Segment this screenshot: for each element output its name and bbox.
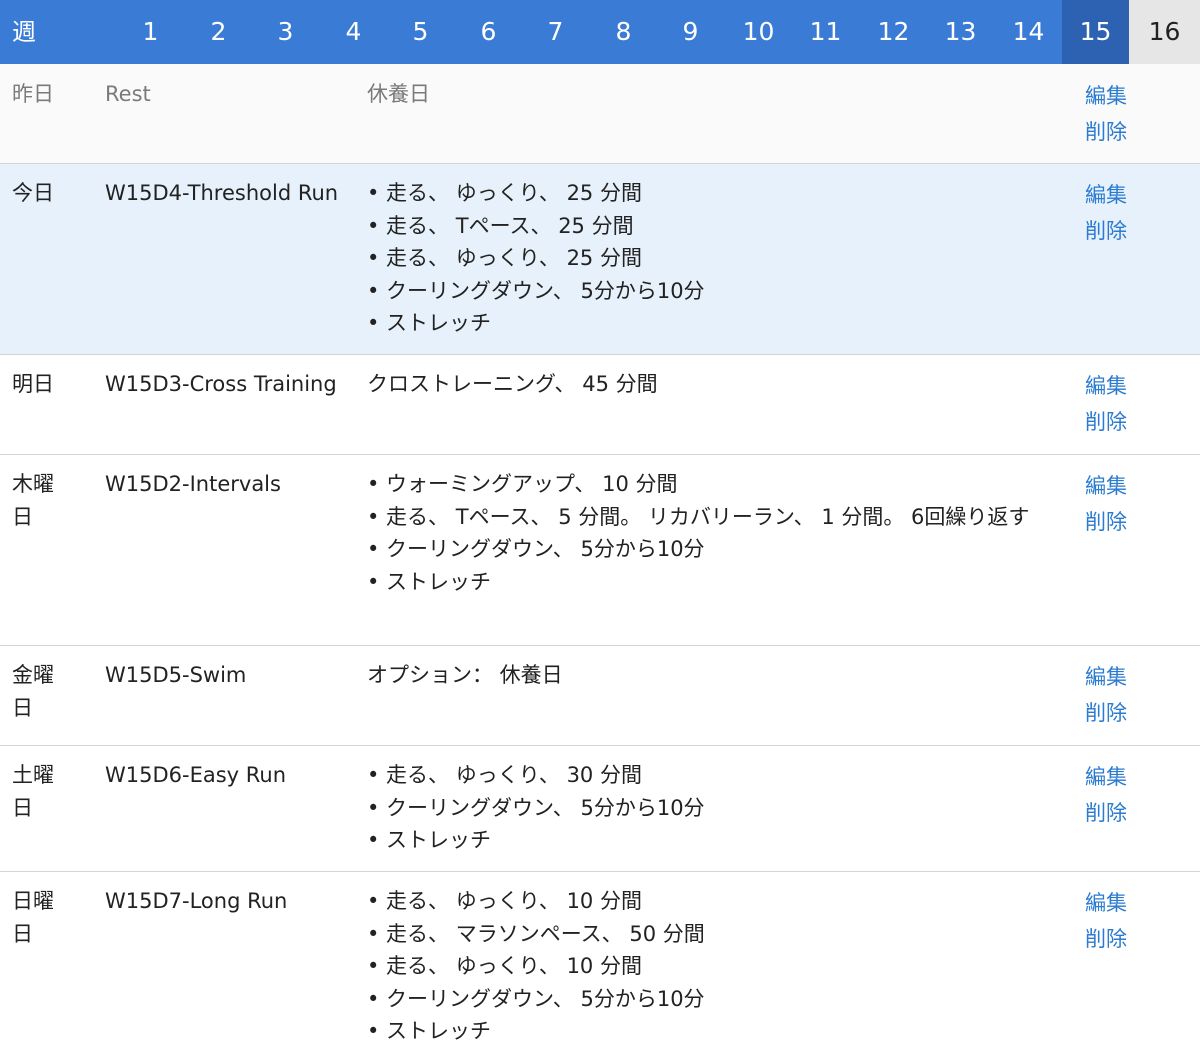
workout-row-yesterday: 昨日 Rest 休養日 編集 削除 [0,64,1200,164]
row-actions: 編集 削除 [1085,468,1165,540]
delete-link[interactable]: 削除 [1085,695,1165,731]
workout-description: オプション： 休養日 [367,659,1057,692]
week-tab-6[interactable]: 6 [455,0,522,64]
workout-line: • ストレッチ [367,1019,492,1043]
workout-line: • 走る、 ゆっくり、 25 分間 [367,181,642,205]
delete-link[interactable]: 削除 [1085,114,1165,150]
workout-name: W15D5-Swim [105,663,247,687]
workout-row-tomorrow: 明日 W15D3-Cross Training クロストレーニング、 45 分間… [0,355,1200,455]
delete-link[interactable]: 削除 [1085,795,1165,831]
week-tab-9[interactable]: 9 [657,0,724,64]
edit-link[interactable]: 編集 [1085,368,1165,404]
row-actions: 編集 削除 [1085,368,1165,440]
workout-line: • 走る、 Tペース、 25 分間 [367,213,634,238]
workout-line: • クーリングダウン、 5分から10分 [367,986,705,1011]
edit-link[interactable]: 編集 [1085,659,1165,695]
workout-name: Rest [105,82,151,106]
workout-line: • 走る、 ゆっくり、 30 分間 [367,763,642,787]
workout-description: 休養日 [367,78,1057,111]
row-day-label: 昨日 [12,82,54,106]
week-label: 週 [12,18,36,46]
workout-name: W15D4-Threshold Run [105,181,339,205]
week-tab-13[interactable]: 13 [927,0,994,64]
workout-name: W15D2-Intervals [105,472,281,496]
row-day-label: 今日 [12,181,54,205]
workout-line: • 走る、 ゆっくり、 10 分間 [367,889,642,913]
row-actions: 編集 削除 [1085,78,1165,150]
row-day-label: 金曜日 [12,663,54,720]
delete-link[interactable]: 削除 [1085,504,1165,540]
workout-description: • 走る、 ゆっくり、 25 分間 • 走る、 Tペース、 25 分間 • 走る… [367,177,1057,340]
week-tab-14[interactable]: 14 [995,0,1062,64]
workout-description: • 走る、 ゆっくり、 10 分間 • 走る、 マラソンペース、 50 分間 •… [367,885,1057,1048]
week-tab-12[interactable]: 12 [860,0,927,64]
row-day-label: 土曜日 [12,763,54,820]
edit-link[interactable]: 編集 [1085,885,1165,921]
workout-line: • ウォーミングアップ、 10 分間 [367,472,678,496]
edit-link[interactable]: 編集 [1085,177,1165,213]
delete-link[interactable]: 削除 [1085,213,1165,249]
workout-line: • クーリングダウン、 5分から10分 [367,537,705,561]
workout-line: • 走る、 ゆっくり、 25 分間 [367,246,642,270]
workout-line: • クーリングダウン、 5分から10分 [367,795,705,820]
workout-name: W15D6-Easy Run [105,763,287,787]
workout-description: • 走る、 ゆっくり、 30 分間 • クーリングダウン、 5分から10分 • … [367,759,1057,857]
week-tab-8[interactable]: 8 [590,0,657,64]
delete-link[interactable]: 削除 [1085,921,1165,957]
row-day-label: 明日 [12,372,54,396]
week-tab-16[interactable]: 16 [1129,0,1200,64]
week-tab-4[interactable]: 4 [320,0,387,64]
row-actions: 編集 削除 [1085,177,1165,249]
week-tab-2[interactable]: 2 [185,0,252,64]
workout-line: オプション： 休養日 [367,663,563,687]
row-day-label: 日曜日 [12,889,54,946]
workout-line: • クーリングダウン、 5分から10分 [367,278,705,303]
week-tab-11[interactable]: 11 [792,0,859,64]
workout-line: • 走る、 Tペース、 5 分間。 リカバリーラン、 1 分間。 6回繰り返す [367,504,1030,529]
workout-row-today: 今日 W15D4-Threshold Run • 走る、 ゆっくり、 25 分間… [0,164,1200,355]
workout-line: 休養日 [367,82,430,106]
workout-description: クロストレーニング、 45 分間 [367,368,1057,401]
workout-line: • 走る、 マラソンペース、 50 分間 [367,921,705,946]
edit-link[interactable]: 編集 [1085,78,1165,114]
week-selector-bar: 週 1 2 3 4 5 6 7 8 9 10 11 12 13 14 15 16 [0,0,1200,64]
week-tab-7[interactable]: 7 [522,0,589,64]
week-tab-1[interactable]: 1 [117,0,184,64]
workout-row-friday: 金曜日 W15D5-Swim オプション： 休養日 編集 削除 [0,646,1200,746]
workout-line: クロストレーニング、 45 分間 [367,372,658,396]
week-tab-3[interactable]: 3 [252,0,319,64]
week-tab-15-current[interactable]: 15 [1062,0,1129,64]
delete-link[interactable]: 削除 [1085,404,1165,440]
workout-line: • ストレッチ [367,311,492,335]
edit-link[interactable]: 編集 [1085,759,1165,795]
week-tab-10[interactable]: 10 [725,0,792,64]
workout-row-thursday: 木曜日 W15D2-Intervals • ウォーミングアップ、 10 分間 •… [0,455,1200,646]
row-actions: 編集 削除 [1085,759,1165,831]
workout-line: • ストレッチ [367,569,492,594]
row-actions: 編集 削除 [1085,659,1165,731]
workout-row-sunday: 日曜日 W15D7-Long Run • 走る、 ゆっくり、 10 分間 • 走… [0,872,1200,1055]
workout-name: W15D7-Long Run [105,889,288,913]
workout-line: • 走る、 ゆっくり、 10 分間 [367,954,642,978]
workout-row-saturday: 土曜日 W15D6-Easy Run • 走る、 ゆっくり、 30 分間 • ク… [0,746,1200,872]
workout-description: • ウォーミングアップ、 10 分間 • 走る、 Tペース、 5 分間。 リカバ… [367,468,1057,598]
row-actions: 編集 削除 [1085,885,1165,957]
week-tab-5[interactable]: 5 [387,0,454,64]
row-day-label: 木曜日 [12,472,54,529]
workout-line: • ストレッチ [367,828,492,852]
workout-name: W15D3-Cross Training [105,372,337,396]
edit-link[interactable]: 編集 [1085,468,1165,504]
